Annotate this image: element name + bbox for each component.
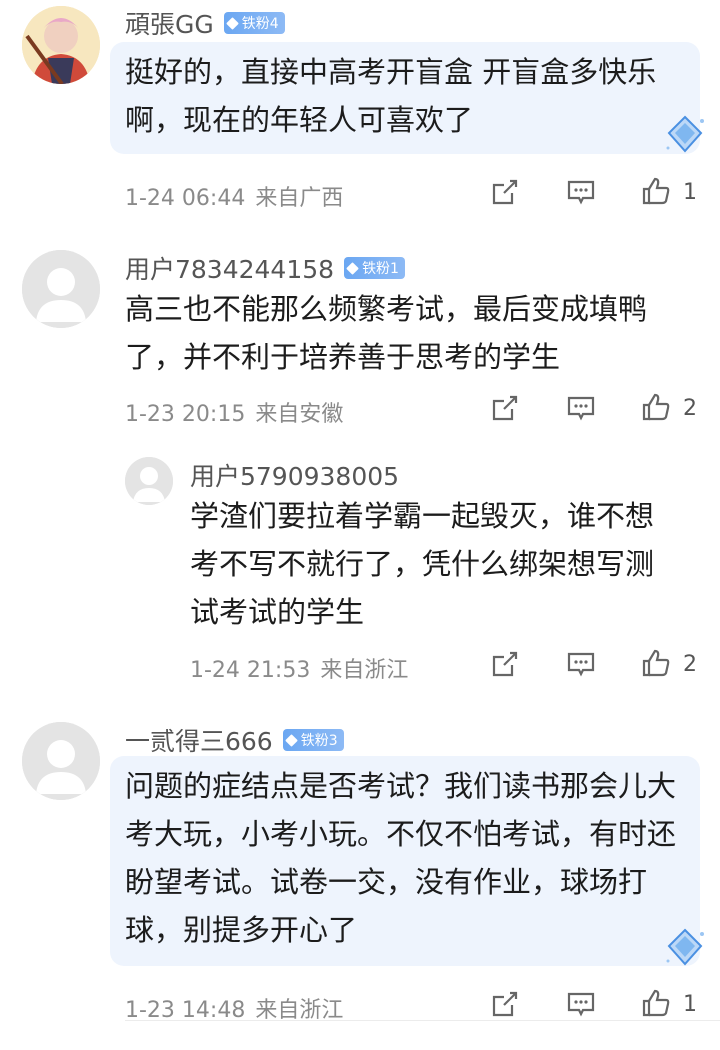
diamond-icon [225, 16, 239, 30]
comment-meta: 1-23 20:15 来自安徽 [125, 396, 343, 428]
badge-label: 铁粉4 [241, 16, 279, 32]
user-name-row: 用户5790938005 [190, 457, 399, 493]
share-icon[interactable] [490, 649, 520, 679]
thumbs-up-icon[interactable] [641, 648, 671, 678]
comment-time: 1-24 21:53 [190, 658, 311, 683]
comment-item: 用户7834244158 铁粉1 高三也不能那么频繁考试，最后变成填鸭了，并不利… [0, 226, 720, 701]
diamond-icon [284, 733, 298, 747]
fan-badge: 铁粉3 [282, 729, 344, 751]
thumbs-up-icon[interactable] [641, 176, 671, 206]
user-name[interactable]: 用户7834244158 [125, 250, 334, 286]
user-name-row: 用户7834244158 铁粉1 [125, 250, 405, 286]
like-count: 1 [683, 180, 697, 205]
diamond-gem-icon [666, 928, 704, 966]
fan-badge: 铁粉1 [344, 257, 405, 279]
comment-item: 一贰得三666 铁粉3 问题的症结点是否考试？我们读书那会儿大考大玩，小考小玩。… [0, 702, 720, 1050]
comment-icon[interactable] [566, 649, 596, 679]
comment-icon[interactable] [566, 989, 596, 1019]
default-avatar[interactable] [22, 250, 100, 328]
diamond-icon [346, 261, 359, 275]
default-avatar[interactable] [125, 457, 173, 505]
thumbs-up-icon[interactable] [641, 392, 671, 422]
comment-text: 挺好的，直接中高考开盲盒 开盲盒多快乐啊，现在的年轻人可喜欢了 [125, 55, 657, 137]
comment-location: 来自安徽 [255, 402, 344, 427]
user-name[interactable]: 頑張GG [125, 5, 214, 41]
comment-location: 来自广西 [255, 186, 344, 211]
user-name[interactable]: 用户5790938005 [190, 457, 399, 493]
comment-text: 学渣们要拉着学霸一起毁灭，谁不想考不写不就行了，凭什么绑架想写测试考试的学生 [190, 499, 655, 629]
thumbs-up-icon[interactable] [641, 988, 671, 1018]
comment-time: 1-24 06:44 [125, 186, 246, 211]
like-count: 1 [683, 992, 697, 1017]
share-icon[interactable] [490, 177, 520, 207]
diamond-gem-icon [666, 115, 704, 153]
default-avatar[interactable] [22, 722, 100, 800]
like-count: 2 [683, 396, 697, 421]
badge-label: 铁粉1 [362, 261, 399, 277]
comment-text: 高三也不能那么频繁考试，最后变成填鸭了，并不利于培养善于思考的学生 [125, 292, 648, 374]
share-icon[interactable] [490, 393, 520, 423]
like-count: 2 [683, 652, 697, 677]
user-name[interactable]: 一贰得三666 [125, 722, 273, 758]
comment-icon[interactable] [566, 393, 596, 423]
badge-label: 铁粉3 [300, 733, 338, 749]
comment-location: 来自浙江 [320, 658, 409, 683]
comment-item: 頑張GG 铁粉4 挺好的，直接中高考开盲盒 开盲盒多快乐啊，现在的年轻人可喜欢了… [0, 0, 720, 225]
comment-icon[interactable] [566, 177, 596, 207]
comment-meta: 1-24 21:53 来自浙江 [190, 652, 408, 684]
user-name-row: 頑張GG 铁粉4 [125, 5, 285, 41]
share-icon[interactable] [490, 989, 520, 1019]
comment-time: 1-23 20:15 [125, 402, 246, 427]
divider [125, 1020, 720, 1021]
avatar[interactable] [22, 6, 100, 84]
comment-text: 问题的症结点是否考试？我们读书那会儿大考大玩，小考小玩。不仅不怕考试，有时还盼望… [125, 769, 677, 947]
comment-meta: 1-24 06:44 来自广西 [125, 180, 343, 212]
fan-badge: 铁粉4 [223, 12, 285, 34]
user-name-row: 一贰得三666 铁粉3 [125, 722, 344, 758]
